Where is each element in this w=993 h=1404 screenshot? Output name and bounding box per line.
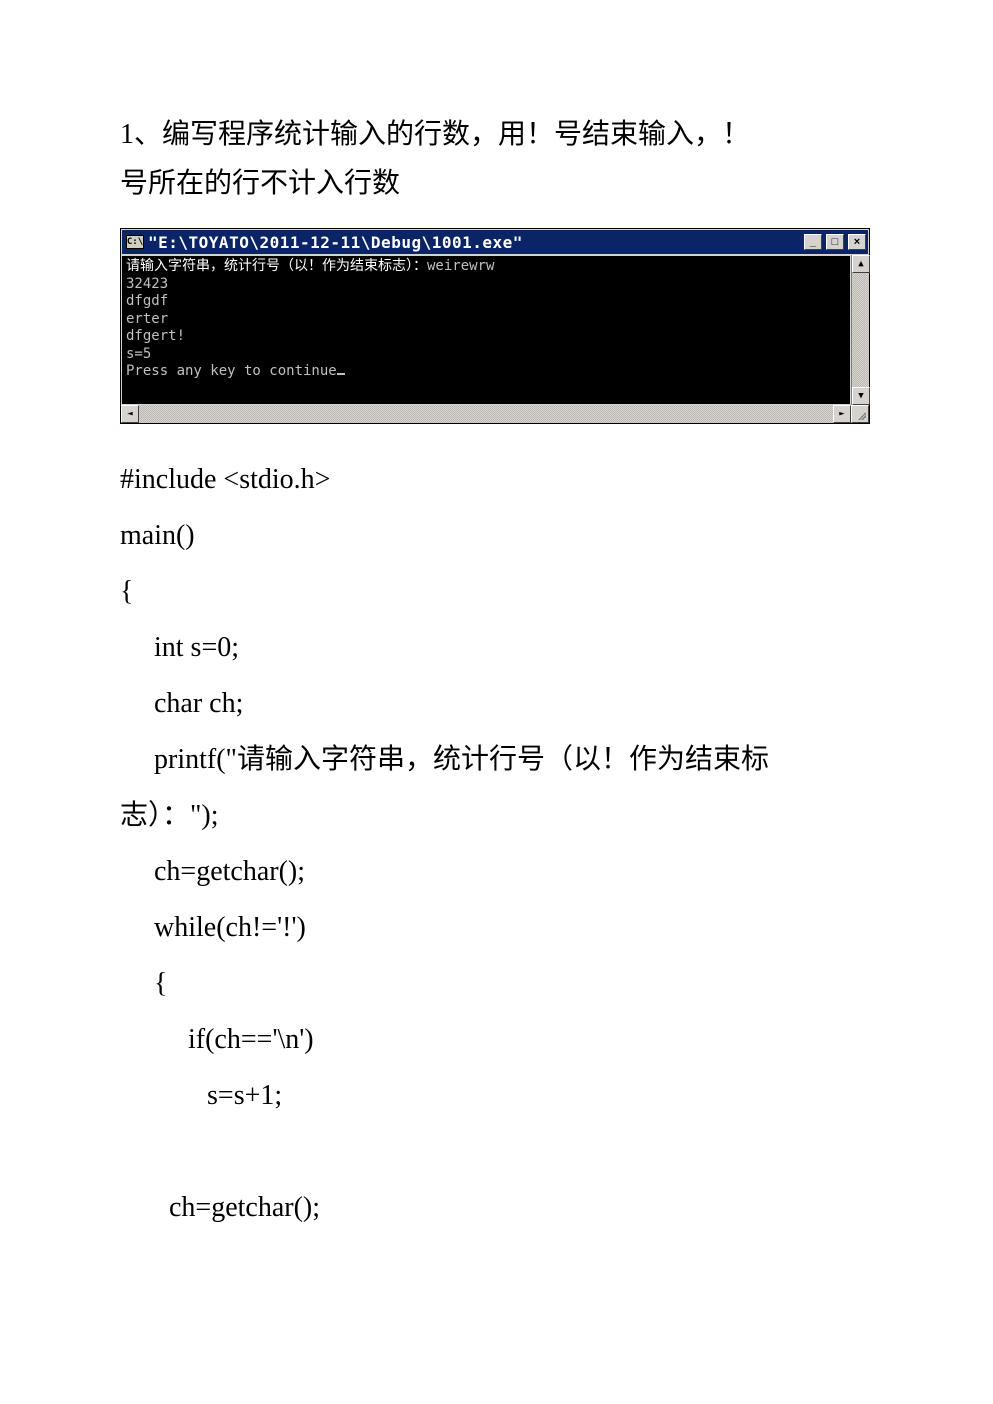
code-line: { <box>120 956 873 1012</box>
console-prompt-tail: weirewrw <box>427 258 494 274</box>
scroll-left-icon[interactable]: ◄ <box>121 405 139 423</box>
problem-statement: 1、编写程序统计输入的行数，用！号结束输入，！ 号所在的行不计入行数 <box>120 110 873 208</box>
cmd-icon: C:\ <box>126 235 144 249</box>
console-output: 请输入字符串，统计行号（以！作为结束标志）：weirewrw 32423 dfg… <box>121 255 851 405</box>
console-line: dfgert! <box>126 328 185 344</box>
minimize-button[interactable]: _ <box>804 234 822 250</box>
scroll-track-h[interactable] <box>139 405 833 423</box>
console-line: erter <box>126 311 168 327</box>
scroll-right-icon[interactable]: ► <box>833 405 851 423</box>
code-line: printf("请输入字符串，统计行号（以！作为结束标 <box>120 732 873 788</box>
console-line: Press any key to continue <box>126 363 337 379</box>
maximize-button[interactable]: □ <box>826 234 844 250</box>
code-line: while(ch!='!') <box>120 900 873 956</box>
horizontal-scrollbar[interactable]: ◄ ► <box>121 405 869 423</box>
scroll-down-icon[interactable]: ▼ <box>852 387 870 405</box>
resize-grip-icon[interactable] <box>851 405 869 423</box>
vertical-scrollbar[interactable]: ▲ ▼ <box>851 255 869 405</box>
code-line: char ch; <box>120 676 873 732</box>
close-button[interactable]: × <box>848 234 866 250</box>
code-line: #include <stdio.h> <box>120 452 873 508</box>
code-line: { <box>120 564 873 620</box>
blank-line <box>120 1124 873 1180</box>
code-line: ch=getchar(); <box>120 1180 873 1236</box>
console-body-wrap: 请输入字符串，统计行号（以！作为结束标志）：weirewrw 32423 dfg… <box>121 255 869 405</box>
console-line: 32423 <box>126 276 168 292</box>
problem-line-1: 1、编写程序统计输入的行数，用！号结束输入，！ <box>120 110 873 159</box>
code-line: if(ch=='\n') <box>120 1012 873 1068</box>
code-line: 志）："); <box>120 788 873 844</box>
code-line: int s=0; <box>120 620 873 676</box>
cursor-icon <box>337 373 345 375</box>
code-line: s=s+1; <box>120 1068 873 1124</box>
scroll-up-icon[interactable]: ▲ <box>852 255 870 273</box>
code-line: main() <box>120 508 873 564</box>
console-window: C:\ "E:\TOYATO\2011-12-11\Debug\1001.exe… <box>120 228 870 424</box>
console-line: s=5 <box>126 346 151 362</box>
console-line: dfgdf <box>126 293 168 309</box>
source-code: #include <stdio.h> main() { int s=0; cha… <box>120 452 873 1236</box>
code-line: ch=getchar(); <box>120 844 873 900</box>
window-title: "E:\TOYATO\2011-12-11\Debug\1001.exe" <box>148 233 800 252</box>
console-prompt-highlight: 请输入字符串，统计行号（以！作为结束标志）： <box>126 258 427 274</box>
problem-line-2: 号所在的行不计入行数 <box>120 159 873 208</box>
window-titlebar: C:\ "E:\TOYATO\2011-12-11\Debug\1001.exe… <box>121 229 869 255</box>
scroll-track[interactable] <box>852 273 869 387</box>
